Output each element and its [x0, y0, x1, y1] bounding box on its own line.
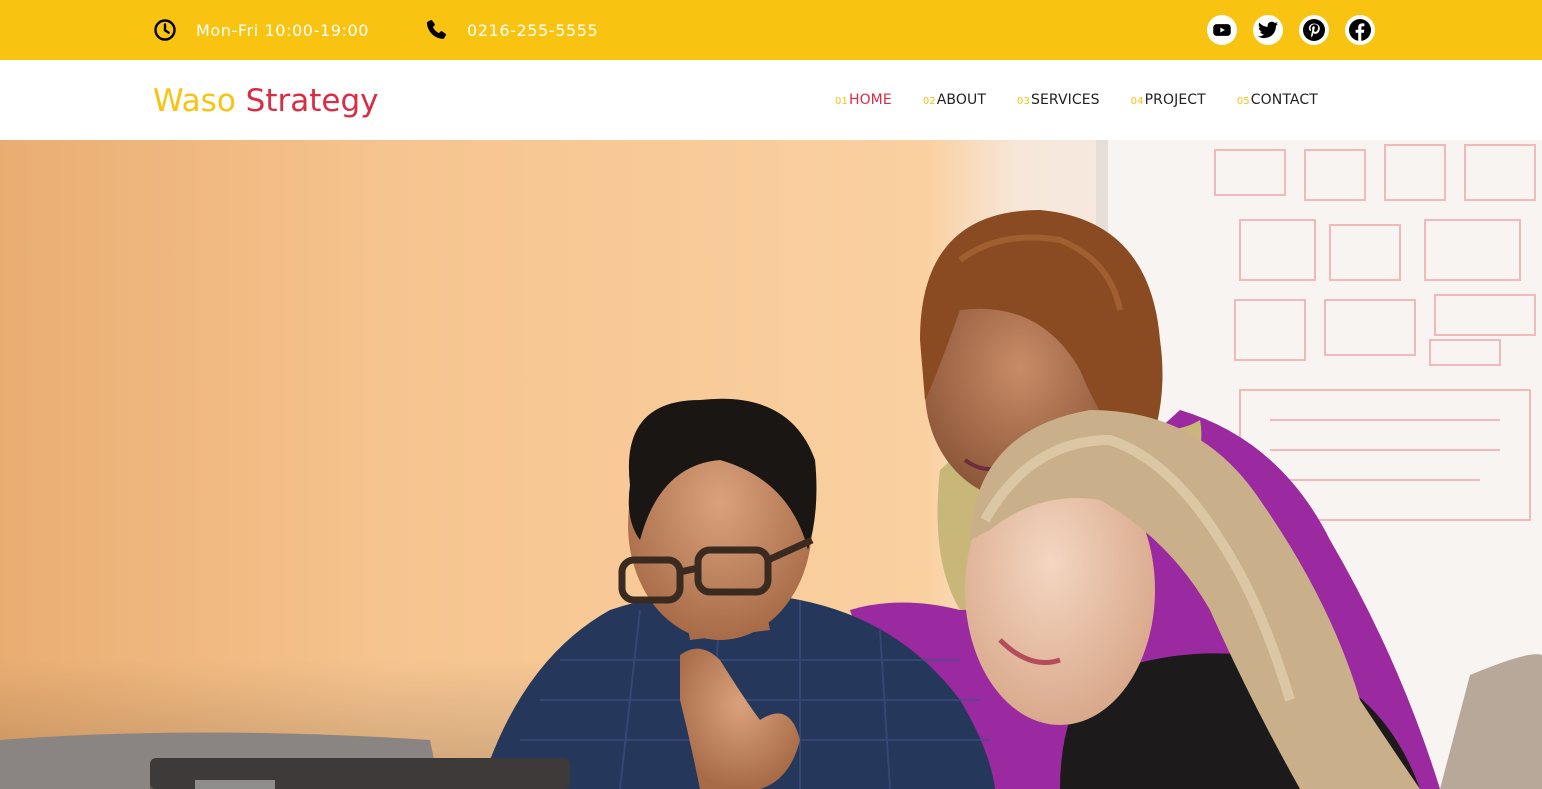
- nav-label: CONTACT: [1250, 92, 1318, 108]
- nav-number: 01: [835, 96, 848, 107]
- logo-word-1: Waso: [153, 83, 236, 119]
- pinterest-icon: [1303, 19, 1325, 41]
- nav-item-home[interactable]: 01 HOME: [835, 92, 892, 108]
- pinterest-link[interactable]: [1299, 15, 1329, 45]
- social-links: [1207, 15, 1375, 45]
- phone-icon: [424, 18, 448, 42]
- top-info-bar: Mon-Fri 10:00-19:00 0216-255-5555: [0, 0, 1542, 60]
- nav-number: 05: [1236, 96, 1250, 107]
- business-hours: Mon-Fri 10:00-19:00: [153, 0, 369, 60]
- nav-item-contact[interactable]: 05 CONTACT: [1237, 92, 1318, 108]
- facebook-link[interactable]: [1345, 15, 1375, 45]
- twitter-icon: [1257, 21, 1279, 39]
- hero-banner: [0, 140, 1542, 789]
- clock-icon: [153, 18, 177, 42]
- nav-number: 03: [1017, 96, 1030, 107]
- nav-label: SERVICES: [1030, 92, 1100, 108]
- nav-number: 02: [922, 96, 936, 107]
- nav-item-project[interactable]: 04 PROJECT: [1131, 92, 1206, 108]
- youtube-link[interactable]: [1207, 15, 1237, 45]
- nav-label: ABOUT: [936, 92, 987, 108]
- business-hours-text: Mon-Fri 10:00-19:00: [196, 20, 370, 40]
- phone-text: 0216-255-5555: [467, 20, 599, 40]
- main-header: Waso Strategy 01 HOME 02 ABOUT 03 SERVICES …: [0, 60, 1542, 140]
- facebook-icon: [1349, 19, 1371, 41]
- site-logo[interactable]: Waso Strategy: [153, 80, 378, 122]
- nav-label: HOME: [848, 92, 892, 108]
- nav-item-about[interactable]: 02 ABOUT: [923, 92, 986, 108]
- phone-number[interactable]: 0216-255-5555: [424, 0, 598, 60]
- main-nav: 01 HOME 02 ABOUT 03 SERVICES 04 PROJECT 05 CO…: [835, 60, 1318, 140]
- nav-item-services[interactable]: 03 SERVICES: [1017, 92, 1100, 108]
- twitter-link[interactable]: [1253, 15, 1283, 45]
- nav-label: PROJECT: [1144, 92, 1206, 108]
- team-meeting-photo: [0, 140, 1542, 789]
- nav-number: 04: [1130, 96, 1144, 107]
- youtube-icon: [1213, 24, 1231, 36]
- logo-word-2: Strategy: [245, 83, 379, 119]
